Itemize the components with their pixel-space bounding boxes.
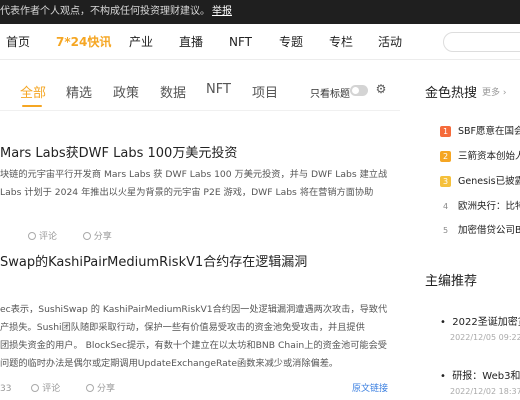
rank-badge: 5: [440, 225, 451, 236]
main-nav: 首页 7*24快讯 产业 直播 NFT 专题 专栏 活动: [0, 24, 520, 60]
disclaimer-bar: 代表作者个人观点，不构成任何投资理财建议。 举报: [0, 0, 520, 24]
news-meta: 33 评论 分享: [0, 381, 115, 394]
editor-pick-date: 2022/12/02 18:37: [450, 387, 520, 396]
report-link[interactable]: 举报: [212, 6, 232, 17]
news-meta: 评论 分享: [28, 229, 112, 242]
source-link[interactable]: 原文链接: [352, 381, 388, 394]
rank-badge: 4: [440, 201, 451, 212]
nav-item-topics[interactable]: 专题: [279, 24, 303, 60]
news-body-line: 问题的临时办法是偶尔或定期调用UpdateExchangeRate函数来减少或消…: [0, 358, 339, 369]
tab-data[interactable]: 数据: [160, 82, 186, 101]
news-body-line: 团损失资金的用户。 BlockSec提示，有数十个建立在以太坊和BNB Chai…: [0, 340, 387, 351]
editor-pick-date: 2022/12/05 09:22: [450, 333, 520, 342]
news-body-line: 块链的元宇宙平行开发商 Mars Labs 获 DWF Labs 100 万美元…: [0, 169, 388, 180]
search-input[interactable]: [443, 32, 520, 52]
tabs-divider: [0, 110, 400, 111]
tab-nft[interactable]: NFT: [206, 82, 231, 97]
hot-search-item[interactable]: 4 欧洲央行：比特: [440, 198, 520, 212]
rank-badge: 1: [440, 126, 451, 137]
tab-projects[interactable]: 项目: [252, 82, 278, 101]
active-tab-indicator: [22, 105, 42, 107]
rank-badge: 3: [440, 176, 451, 187]
tab-featured[interactable]: 精选: [66, 82, 92, 101]
news-body-line: Labs 计划于 2024 年推出以火星为背景的元宇宙 P2E 游戏，DWF L…: [0, 187, 374, 198]
rank-badge: 2: [440, 151, 451, 162]
hot-search-item[interactable]: 5 加密借贷公司B: [440, 222, 520, 236]
nav-item-flash-news[interactable]: 7*24快讯: [56, 24, 111, 60]
editor-picks-title: 主编推荐: [425, 274, 478, 289]
share-icon: [82, 232, 91, 240]
editor-pick-text: 研报：Web3和数: [452, 371, 520, 382]
nav-item-home[interactable]: 首页: [6, 24, 30, 60]
category-tabs: 全部 精选 政策 数据 NFT 项目 只看标题 ⚙: [0, 72, 400, 112]
hot-search-title: 金色热搜: [425, 86, 478, 101]
hot-search-item[interactable]: 3 Genesis已披露: [440, 173, 520, 187]
comment-icon: [31, 384, 40, 392]
nav-item-live[interactable]: 直播: [179, 24, 203, 60]
nav-item-industry[interactable]: 产业: [129, 24, 153, 60]
view-count: 33: [0, 384, 12, 394]
share-icon: [85, 384, 94, 392]
news-body-line: 产损失。Sushi团队随即采取行动，保护一些有价值易受攻击的资金池免受攻击，并且…: [0, 322, 365, 333]
nav-item-columns[interactable]: 专栏: [329, 24, 353, 60]
news-body: 块链的元宇宙平行开发商 Mars Labs 获 DWF Labs 100 万美元…: [0, 166, 393, 202]
news-body-line: ec表示，SushiSwap 的 KashiPairMediumRiskV1合约…: [0, 304, 388, 315]
disclaimer-text: 代表作者个人观点，不构成任何投资理财建议。: [0, 6, 210, 17]
comment-button[interactable]: 评论: [42, 381, 60, 394]
more-link[interactable]: 更多 ›: [482, 85, 506, 98]
hot-search-item[interactable]: 1 SBF愿意在国会: [440, 123, 520, 137]
hot-search-text: 加密借贷公司B: [458, 225, 520, 236]
nav-item-events[interactable]: 活动: [378, 24, 402, 60]
gear-icon[interactable]: ⚙: [374, 82, 388, 96]
nav-item-nft[interactable]: NFT: [229, 24, 252, 60]
hot-search-text: 欧洲央行：比特: [458, 201, 520, 212]
titles-only-label: 只看标题: [310, 89, 350, 100]
hot-search-text: Genesis已披露: [458, 176, 520, 187]
comment-icon: [28, 232, 36, 240]
news-body: ec表示，SushiSwap 的 KashiPairMediumRiskV1合约…: [0, 301, 393, 373]
tab-all[interactable]: 全部: [20, 82, 46, 101]
news-title[interactable]: Mars Labs获DWF Labs 100万美元投资: [0, 142, 237, 161]
editor-pick-item[interactable]: • 2022圣诞加密货币: [440, 313, 520, 328]
share-button[interactable]: 分享: [94, 229, 112, 242]
tab-policy[interactable]: 政策: [113, 82, 139, 101]
news-title[interactable]: Swap的KashiPairMediumRiskV1合约存在逻辑漏洞: [0, 251, 307, 270]
hot-search-item[interactable]: 2 三箭资本创始人: [440, 148, 520, 162]
hot-search-text: SBF愿意在国会: [458, 126, 520, 137]
share-button[interactable]: 分享: [97, 381, 115, 394]
editor-pick-item[interactable]: • 研报：Web3和数: [440, 367, 520, 382]
editor-pick-text: 2022圣诞加密货币: [452, 317, 520, 328]
titles-only-toggle[interactable]: [350, 85, 368, 96]
hot-search-text: 三箭资本创始人: [458, 151, 520, 162]
comment-button[interactable]: 评论: [39, 229, 57, 242]
